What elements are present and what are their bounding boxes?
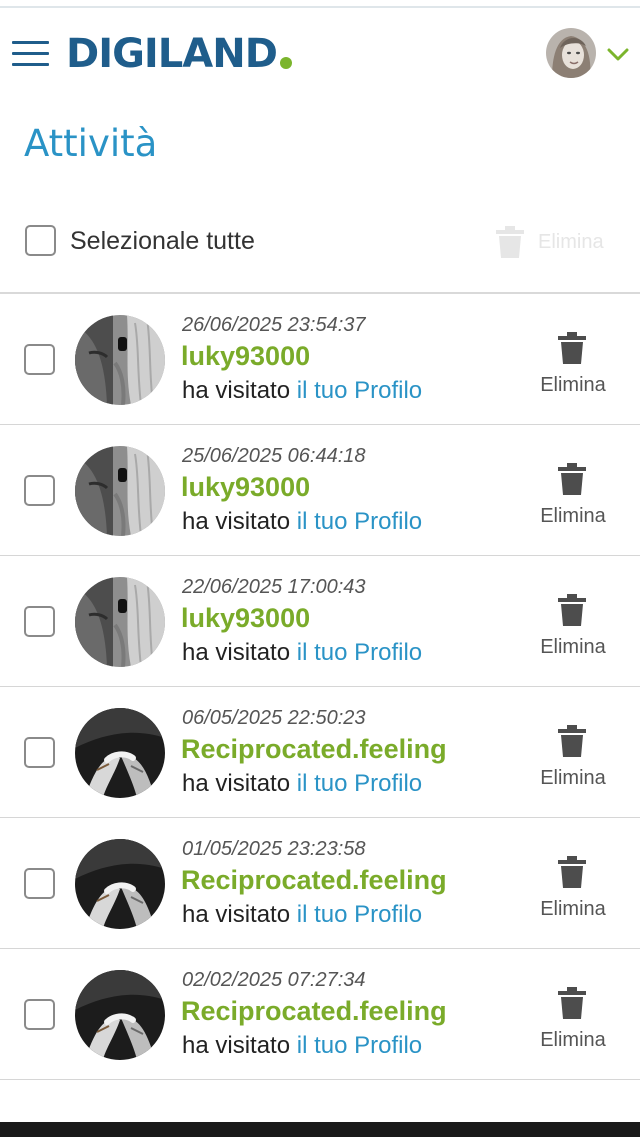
hamburger-menu-icon[interactable] bbox=[12, 41, 50, 67]
profile-link[interactable]: il tuo Profilo bbox=[297, 770, 422, 797]
trash-icon bbox=[558, 725, 586, 757]
delete-activity-label: Elimina bbox=[540, 374, 606, 396]
select-all-checkbox[interactable] bbox=[25, 225, 56, 256]
activity-action: ha visitato bbox=[182, 1032, 291, 1059]
activity-row: 26/06/2025 23:54:37 luky93000 ha visitat… bbox=[0, 294, 640, 425]
bottom-bar bbox=[0, 1122, 640, 1137]
logo-text: DIGILAND bbox=[66, 31, 278, 77]
delete-activity-label: Elimina bbox=[540, 898, 606, 920]
profile-link[interactable]: il tuo Profilo bbox=[297, 377, 422, 404]
activity-description: ha visitato il tuo Profilo bbox=[182, 1032, 422, 1060]
trash-icon bbox=[558, 463, 586, 495]
activity-action: ha visitato bbox=[182, 770, 291, 797]
row-checkbox[interactable] bbox=[24, 606, 55, 637]
activity-row: 06/05/2025 22:50:23 Reciprocated.feeling… bbox=[0, 687, 640, 818]
profile-link[interactable]: il tuo Profilo bbox=[297, 639, 422, 666]
activity-list: 26/06/2025 23:54:37 luky93000 ha visitat… bbox=[0, 292, 640, 1080]
activity-username[interactable]: Reciprocated.feeling bbox=[181, 864, 447, 896]
digiland-logo[interactable]: DIGILAND bbox=[66, 30, 292, 78]
delete-activity-button[interactable]: Elimina bbox=[528, 987, 618, 1057]
activity-date: 26/06/2025 23:54:37 bbox=[182, 314, 366, 336]
trash-icon bbox=[558, 987, 586, 1019]
delete-activity-button[interactable]: Elimina bbox=[528, 594, 618, 664]
delete-activity-label: Elimina bbox=[540, 1029, 606, 1051]
trash-icon bbox=[558, 594, 586, 626]
delete-selected-button: Elimina bbox=[496, 224, 616, 260]
delete-activity-label: Elimina bbox=[540, 505, 606, 527]
row-checkbox[interactable] bbox=[24, 344, 55, 375]
row-checkbox[interactable] bbox=[24, 868, 55, 899]
activity-date: 25/06/2025 06:44:18 bbox=[182, 445, 366, 467]
activity-description: ha visitato il tuo Profilo bbox=[182, 639, 422, 667]
activity-description: ha visitato il tuo Profilo bbox=[182, 508, 422, 536]
activity-username[interactable]: luky93000 bbox=[181, 602, 310, 634]
select-all-label: Selezionale tutte bbox=[70, 227, 255, 255]
logo-dot bbox=[279, 57, 292, 69]
delete-activity-label: Elimina bbox=[540, 767, 606, 789]
activity-page: DIGILAND Attività Selezionale tutte Elim… bbox=[0, 0, 640, 1137]
delete-activity-button[interactable]: Elimina bbox=[528, 725, 618, 795]
delete-activity-button[interactable]: Elimina bbox=[528, 332, 618, 402]
activity-username[interactable]: luky93000 bbox=[181, 471, 310, 503]
activity-username[interactable]: Reciprocated.feeling bbox=[181, 733, 447, 765]
delete-selected-label: Elimina bbox=[538, 231, 604, 253]
user-avatar-button[interactable] bbox=[546, 28, 596, 78]
activity-row: 25/06/2025 06:44:18 luky93000 ha visitat… bbox=[0, 425, 640, 556]
activity-action: ha visitato bbox=[182, 639, 291, 666]
activity-description: ha visitato il tuo Profilo bbox=[182, 770, 422, 798]
avatar-face-hand[interactable] bbox=[75, 577, 165, 667]
activity-username[interactable]: Reciprocated.feeling bbox=[181, 995, 447, 1027]
activity-date: 22/06/2025 17:00:43 bbox=[182, 576, 366, 598]
activity-row: 01/05/2025 23:23:58 Reciprocated.feeling… bbox=[0, 818, 640, 949]
activity-description: ha visitato il tuo Profilo bbox=[182, 377, 422, 405]
activity-action: ha visitato bbox=[182, 508, 291, 535]
activity-username[interactable]: luky93000 bbox=[181, 340, 310, 372]
avatar-holding-hands[interactable] bbox=[75, 708, 165, 798]
trash-icon bbox=[496, 226, 524, 258]
app-header: DIGILAND bbox=[0, 8, 640, 98]
profile-link[interactable]: il tuo Profilo bbox=[297, 508, 422, 535]
activity-date: 01/05/2025 23:23:58 bbox=[182, 838, 366, 860]
chevron-down-icon[interactable] bbox=[607, 48, 629, 62]
activity-action: ha visitato bbox=[182, 377, 291, 404]
profile-link[interactable]: il tuo Profilo bbox=[297, 901, 422, 928]
trash-icon bbox=[558, 856, 586, 888]
row-checkbox[interactable] bbox=[24, 737, 55, 768]
activity-row: 22/06/2025 17:00:43 luky93000 ha visitat… bbox=[0, 556, 640, 687]
avatar-face-hand[interactable] bbox=[75, 446, 165, 536]
activity-action: ha visitato bbox=[182, 901, 291, 928]
trash-icon bbox=[558, 332, 586, 364]
page-title: Attività bbox=[24, 122, 158, 165]
delete-activity-button[interactable]: Elimina bbox=[528, 463, 618, 533]
delete-activity-label: Elimina bbox=[540, 636, 606, 658]
profile-link[interactable]: il tuo Profilo bbox=[297, 1032, 422, 1059]
row-checkbox[interactable] bbox=[24, 999, 55, 1030]
user-avatar bbox=[546, 28, 596, 78]
row-checkbox[interactable] bbox=[24, 475, 55, 506]
activity-date: 06/05/2025 22:50:23 bbox=[182, 707, 366, 729]
avatar-holding-hands[interactable] bbox=[75, 839, 165, 929]
activity-date: 02/02/2025 07:27:34 bbox=[182, 969, 366, 991]
activity-description: ha visitato il tuo Profilo bbox=[182, 901, 422, 929]
activity-row: 02/02/2025 07:27:34 Reciprocated.feeling… bbox=[0, 949, 640, 1080]
avatar-face-hand[interactable] bbox=[75, 315, 165, 405]
bulk-action-bar: Selezionale tutte Elimina bbox=[0, 210, 640, 274]
delete-activity-button[interactable]: Elimina bbox=[528, 856, 618, 926]
avatar-holding-hands[interactable] bbox=[75, 970, 165, 1060]
